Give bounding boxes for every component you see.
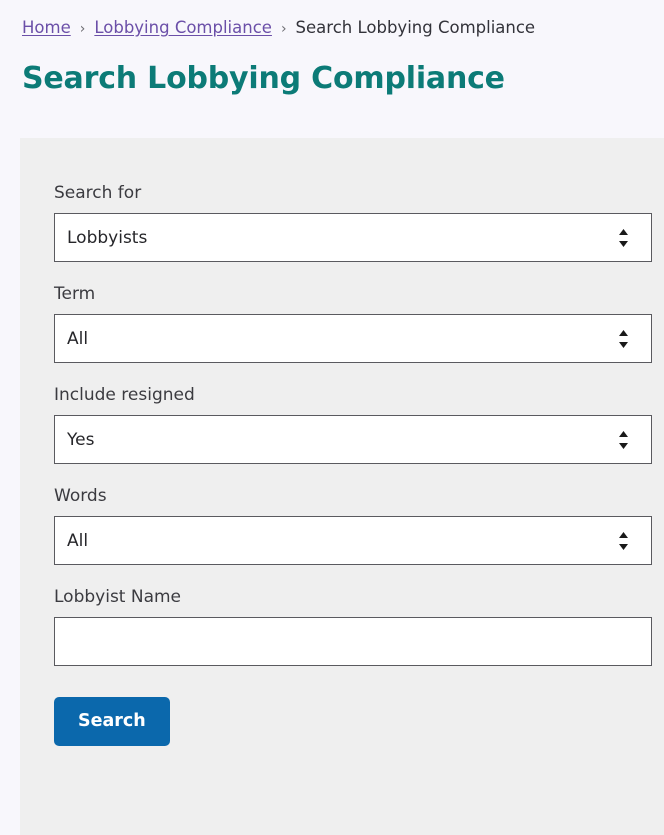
select-include-resigned[interactable]: Yes [54,415,652,464]
field-group-lobbyist-name: Lobbyist Name [20,586,664,666]
select-search-for[interactable]: Lobbyists [54,213,652,262]
lobbyist-name-input[interactable] [65,618,641,665]
select-term-value: All [67,328,89,349]
label-search-for: Search for [54,183,142,203]
breadcrumb-separator-icon: › [79,21,86,37]
breadcrumb-link-lobbying-compliance[interactable]: Lobbying Compliance [94,18,272,38]
lobbyist-name-field[interactable] [54,617,652,666]
select-include-resigned-value: Yes [67,429,95,450]
breadcrumb-link-home[interactable]: Home [22,18,71,38]
select-search-for-value: Lobbyists [67,227,148,248]
search-form-panel: Search for Lobbyists Term All Include re… [20,138,664,835]
breadcrumb: Home › Lobbying Compliance › Search Lobb… [0,0,664,39]
field-group-term: Term All [20,283,664,363]
label-include-resigned: Include resigned [54,385,195,405]
chevron-up-down-icon [615,426,631,454]
chevron-up-down-icon [615,527,631,555]
select-term[interactable]: All [54,314,652,363]
field-group-include-resigned: Include resigned Yes [20,384,664,464]
breadcrumb-separator-icon: › [280,21,287,37]
chevron-up-down-icon [615,224,631,252]
field-group-search-for: Search for Lobbyists [20,182,664,262]
select-words[interactable]: All [54,516,652,565]
label-words: Words [54,486,107,506]
submit-row: Search [20,687,664,746]
label-lobbyist-name: Lobbyist Name [54,587,182,607]
search-button[interactable]: Search [54,697,170,746]
field-group-words: Words All [20,485,664,565]
page-title: Search Lobbying Compliance [22,61,505,96]
label-term: Term [54,284,96,304]
chevron-up-down-icon [615,325,631,353]
breadcrumb-current-page: Search Lobbying Compliance [295,18,536,37]
select-words-value: All [67,530,89,551]
